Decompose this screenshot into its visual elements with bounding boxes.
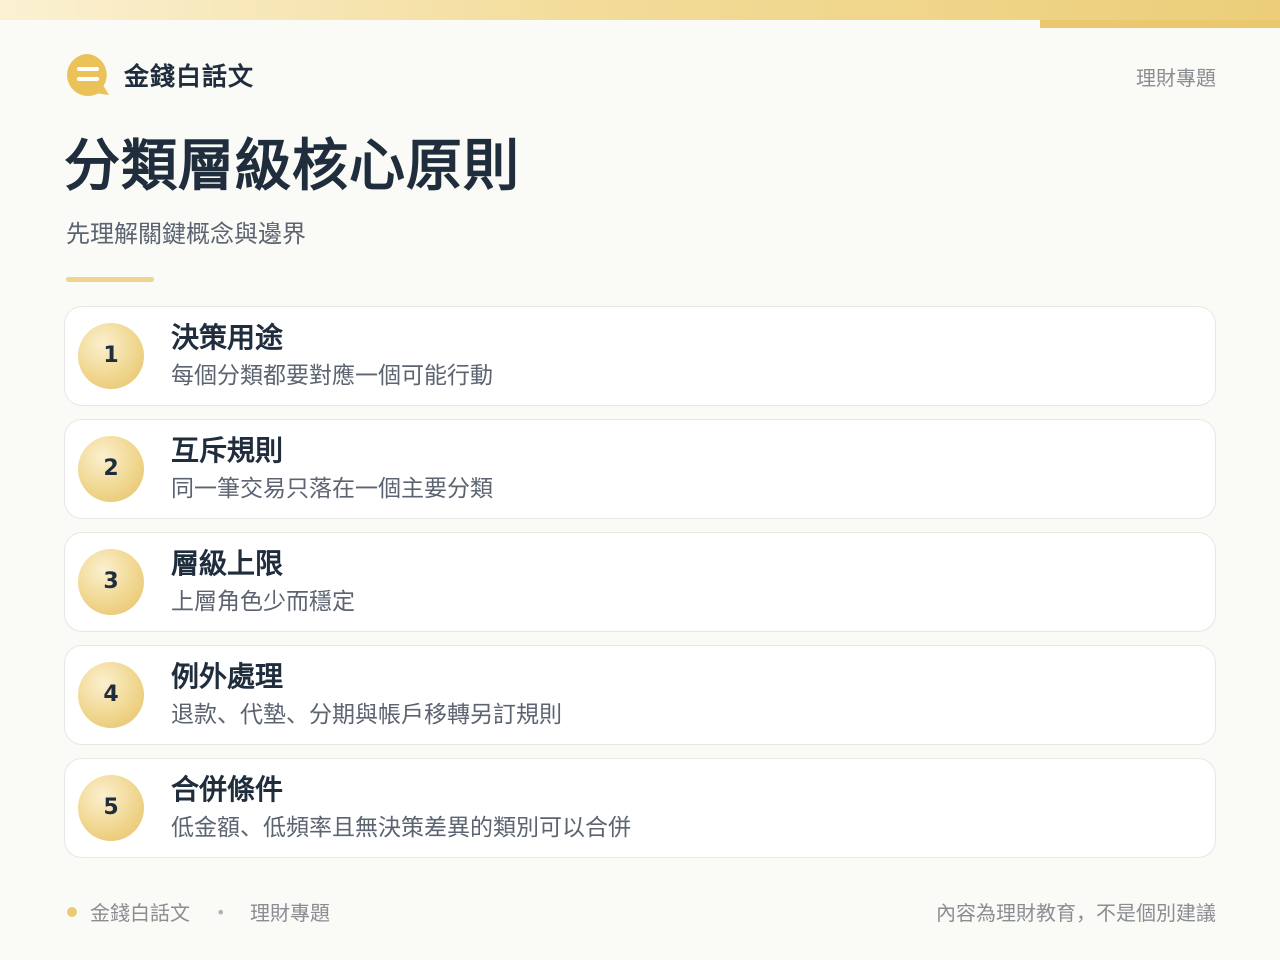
- footer-brand: 金錢白話文: [90, 901, 190, 925]
- footer-topic: 理財專題: [250, 901, 330, 925]
- principle-title: 決策用途: [171, 321, 284, 354]
- page-title: 分類層級核心原則: [64, 134, 520, 199]
- top-gradient-bar: [0, 0, 1280, 20]
- footer: 金錢白話文 • 理財專題 內容為理財教育，不是個別建議: [64, 898, 1216, 928]
- principle-card: 1 決策用途 每個分類都要對應一個可能行動: [64, 306, 1216, 406]
- number-badge: 3: [78, 549, 144, 615]
- principle-card: 3 層級上限 上層角色少而穩定: [64, 532, 1216, 632]
- principle-title: 合併條件: [171, 773, 284, 806]
- principle-card: 5 合併條件 低金額、低頻率且無決策差異的類別可以合併: [64, 758, 1216, 858]
- topic-label: 理財專題: [1136, 66, 1216, 90]
- principle-description: 上層角色少而穩定: [171, 589, 355, 615]
- footer-dot-icon: [67, 907, 77, 917]
- principle-description: 退款、代墊、分期與帳戶移轉另訂規則: [171, 702, 562, 728]
- number-badge: 4: [78, 662, 144, 728]
- number-badge: 5: [78, 775, 144, 841]
- principle-card: 2 互斥規則 同一筆交易只落在一個主要分類: [64, 419, 1216, 519]
- footer-separator: •: [216, 903, 226, 922]
- brand-name: 金錢白話文: [124, 62, 255, 91]
- title-underline: [66, 277, 154, 282]
- top-accent-bar: [1040, 20, 1280, 28]
- principle-description: 低金額、低頻率且無決策差異的類別可以合併: [171, 815, 631, 841]
- principle-card: 4 例外處理 退款、代墊、分期與帳戶移轉另訂規則: [64, 645, 1216, 745]
- principle-description: 同一筆交易只落在一個主要分類: [171, 476, 493, 502]
- header: 金錢白話文 理財專題: [64, 52, 1216, 104]
- principles-list: 1 決策用途 每個分類都要對應一個可能行動 2 互斥規則 同一筆交易只落在一個主…: [64, 306, 1216, 871]
- principle-description: 每個分類都要對應一個可能行動: [171, 363, 493, 389]
- page-subtitle: 先理解關鍵概念與邊界: [66, 220, 306, 248]
- principle-title: 例外處理: [171, 660, 284, 693]
- principle-title: 層級上限: [171, 547, 284, 580]
- footer-disclaimer: 內容為理財教育，不是個別建議: [936, 901, 1216, 925]
- chat-bubble-icon: [64, 52, 112, 100]
- principle-title: 互斥規則: [171, 434, 284, 467]
- number-badge: 1: [78, 323, 144, 389]
- number-badge: 2: [78, 436, 144, 502]
